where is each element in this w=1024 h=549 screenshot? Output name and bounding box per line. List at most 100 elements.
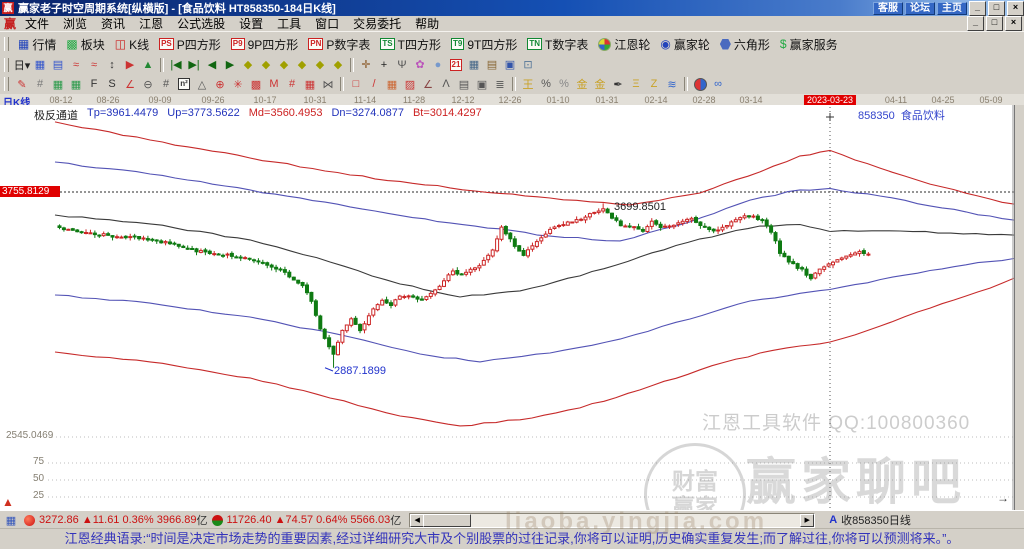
window-restore-button[interactable]: □ — [988, 0, 1005, 16]
mdi-close-button[interactable]: × — [1005, 16, 1022, 31]
red-flag-icon[interactable]: ▶ — [121, 57, 139, 73]
hand-tool-icon[interactable]: ✛ — [357, 57, 375, 73]
hourglass-tool-icon[interactable]: ⋈ — [319, 76, 337, 92]
last-bar-button[interactable]: ▶| — [185, 57, 203, 73]
diamond-right-icon[interactable]: ◆ — [329, 57, 347, 73]
scrollbar-right-arrow[interactable]: ▶ — [800, 513, 815, 527]
grid-view-icon[interactable]: ▦ — [2, 512, 20, 528]
dense-grid-icon[interactable]: # — [157, 76, 175, 92]
golden-section-icon[interactable]: 金 — [573, 76, 591, 92]
save-icon[interactable]: ▣ — [501, 57, 519, 73]
gold-lines-icon[interactable]: Ξ — [627, 76, 645, 92]
pencil-tool-icon[interactable]: ✎ — [13, 76, 31, 92]
quotes-button[interactable]: ▦ 行情 — [13, 34, 61, 55]
percent-lines-icon[interactable]: % — [555, 76, 573, 92]
updown-arrows-icon[interactable]: ↕ — [103, 57, 121, 73]
triangle-tool-icon[interactable]: △ — [193, 76, 211, 92]
fan-lines-icon[interactable]: / — [365, 76, 383, 92]
scrollbar-left-arrow[interactable]: ◀ — [410, 513, 425, 527]
p-square-button[interactable]: PS P四方形 — [154, 34, 226, 55]
ink-pen-icon[interactable]: ✒ — [609, 76, 627, 92]
t-table-button[interactable]: TN T数字表 — [522, 34, 593, 55]
diamond-down-icon[interactable]: ◆ — [293, 57, 311, 73]
chart-area[interactable]: 极反通道 Tp=3961.4479 Up=3773.5622 Md=3560.495… — [0, 105, 1015, 510]
gold-z-icon[interactable]: Z — [645, 76, 663, 92]
starburst-icon[interactable]: ✳ — [229, 76, 247, 92]
horizontal-scrollbar[interactable]: ◀ ▶ — [409, 512, 816, 528]
menu-item-help[interactable]: 帮助 — [408, 15, 446, 32]
mdi-minimize-button[interactable]: _ — [967, 16, 984, 31]
rect-tool-icon[interactable]: □ — [347, 76, 365, 92]
red-square-grid-icon[interactable]: ▦ — [301, 76, 319, 92]
menu-item-browse[interactable]: 浏览 — [56, 15, 94, 32]
menu-item-tools[interactable]: 工具 — [270, 15, 308, 32]
table-tool-icon[interactable]: ▤ — [455, 76, 473, 92]
menu-item-file[interactable]: 文件 — [18, 15, 56, 32]
t-square-button[interactable]: TS T四方形 — [375, 34, 446, 55]
titlebar-link-forum[interactable]: 论坛 — [905, 1, 935, 15]
yinyang-icon[interactable] — [691, 76, 709, 92]
window-minimize-button[interactable]: _ — [969, 0, 986, 16]
circle-cross-icon[interactable]: ⊕ — [211, 76, 229, 92]
grid-tool-icon[interactable]: # — [31, 76, 49, 92]
s-tool-icon[interactable]: S — [103, 76, 121, 92]
menu-item-news[interactable]: 资讯 — [94, 15, 132, 32]
9p-square-button[interactable]: P9 9P四方形 — [226, 34, 303, 55]
calendar-21-icon[interactable]: 21 — [447, 57, 465, 73]
boxes-tool-icon[interactable]: ▣ — [473, 76, 491, 92]
f-tool-icon[interactable]: F — [85, 76, 103, 92]
zigzag-tool-icon[interactable]: Λ — [437, 76, 455, 92]
menu-item-window[interactable]: 窗口 — [308, 15, 346, 32]
hexagon-button[interactable]: 六角形 — [715, 34, 775, 55]
winner-service-button[interactable]: $ 赢家服务 — [775, 34, 843, 55]
shanghai-index-icon[interactable] — [24, 514, 35, 526]
winner-wheel-button[interactable]: ◉ 赢家轮 — [655, 34, 715, 55]
menu-item-settings[interactable]: 设置 — [232, 15, 270, 32]
wave-up-icon[interactable]: ≈ — [67, 57, 85, 73]
period-day-dropdown[interactable]: 日▾ — [13, 57, 31, 73]
prev-bar-button[interactable]: ◀ — [203, 57, 221, 73]
diamond-up-icon[interactable]: ◆ — [275, 57, 293, 73]
titlebar-link-service[interactable]: 客服 — [873, 1, 903, 15]
diamond-shrink-icon[interactable]: ◆ — [239, 57, 257, 73]
sphere-icon[interactable]: ● — [429, 57, 447, 73]
candlestick-chart[interactable] — [0, 105, 1014, 510]
diamond-expand-icon[interactable]: ◆ — [257, 57, 275, 73]
wave-tool-icon[interactable]: M — [265, 76, 283, 92]
window-close-button[interactable]: × — [1007, 0, 1024, 16]
menu-item-gann[interactable]: 江恩 — [132, 15, 170, 32]
waves-icon[interactable]: ≋ — [663, 76, 681, 92]
chart-window-icon[interactable]: ▦ — [31, 57, 49, 73]
grid-rect-icon[interactable]: ▦ — [383, 76, 401, 92]
gann-wheel-button[interactable]: 江恩轮 — [593, 34, 655, 55]
menu-item-trade[interactable]: 交易委托 — [346, 15, 408, 32]
menu-item-stock-picker[interactable]: 公式选股 — [170, 15, 232, 32]
next-bar-button[interactable]: ▶ — [221, 57, 239, 73]
golden-section2-icon[interactable]: 金 — [591, 76, 609, 92]
scroll-right-icon[interactable]: → — [997, 491, 1009, 505]
wave-down-icon[interactable]: ≈ — [85, 57, 103, 73]
info-panel-icon[interactable]: ▤ — [49, 57, 67, 73]
percent-icon[interactable]: % — [537, 76, 555, 92]
net-tool-icon[interactable]: ▩ — [247, 76, 265, 92]
hatch-rect-icon[interactable]: ▨ — [401, 76, 419, 92]
infinity-icon[interactable]: ∞ — [709, 76, 727, 92]
hatch-lines-icon[interactable]: ≣ — [491, 76, 509, 92]
crosshair-tool-icon[interactable]: + — [375, 57, 393, 73]
circle-div-icon[interactable]: ⊖ — [139, 76, 157, 92]
9t-square-button[interactable]: T9 9T四方形 — [446, 34, 522, 55]
p-table-button[interactable]: PN P数字表 — [303, 34, 375, 55]
first-bar-button[interactable]: |◀ — [167, 57, 185, 73]
sectors-button[interactable]: ▩ 板块 — [61, 34, 109, 55]
diamond-left-icon[interactable]: ◆ — [311, 57, 329, 73]
jade-ratio-icon[interactable]: 王 — [519, 76, 537, 92]
fork-tool-icon[interactable]: Ψ — [393, 57, 411, 73]
notepad-icon[interactable]: ▤ — [483, 57, 501, 73]
calculator-icon[interactable]: ▦ — [465, 57, 483, 73]
scrollbar-thumb[interactable] — [423, 513, 472, 527]
flower-marker-icon[interactable]: ✿ — [411, 57, 429, 73]
angle2-tool-icon[interactable]: ∠ — [419, 76, 437, 92]
titlebar-link-home[interactable]: 主页 — [937, 1, 967, 15]
red-grid-icon[interactable]: # — [283, 76, 301, 92]
angle-tool-icon[interactable]: ∠ — [121, 76, 139, 92]
